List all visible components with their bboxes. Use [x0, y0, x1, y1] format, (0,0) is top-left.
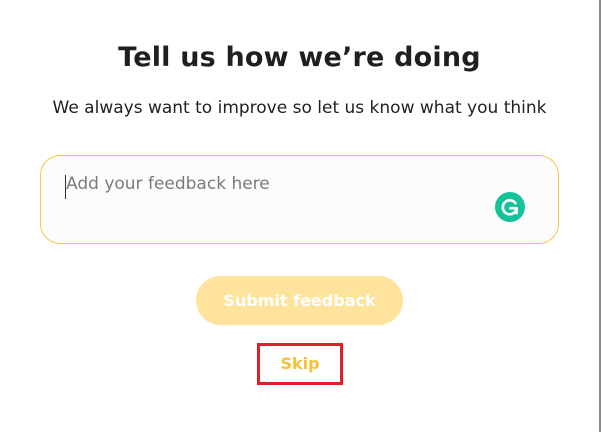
feedback-textarea[interactable]: Add your feedback here: [40, 155, 559, 244]
skip-highlight: Skip: [257, 343, 343, 385]
grammarly-glyph: [501, 198, 518, 216]
feedback-dialog: Tell us how we’re doing We always want t…: [0, 0, 601, 432]
grammarly-icon[interactable]: [495, 192, 525, 222]
feedback-placeholder: Add your feedback here: [66, 174, 270, 194]
skip-button[interactable]: Skip: [260, 346, 340, 382]
dialog-subtitle: We always want to improve so let us know…: [52, 98, 547, 118]
submit-feedback-button[interactable]: Submit feedback: [196, 276, 403, 325]
dialog-title: Tell us how we’re doing: [118, 42, 481, 73]
